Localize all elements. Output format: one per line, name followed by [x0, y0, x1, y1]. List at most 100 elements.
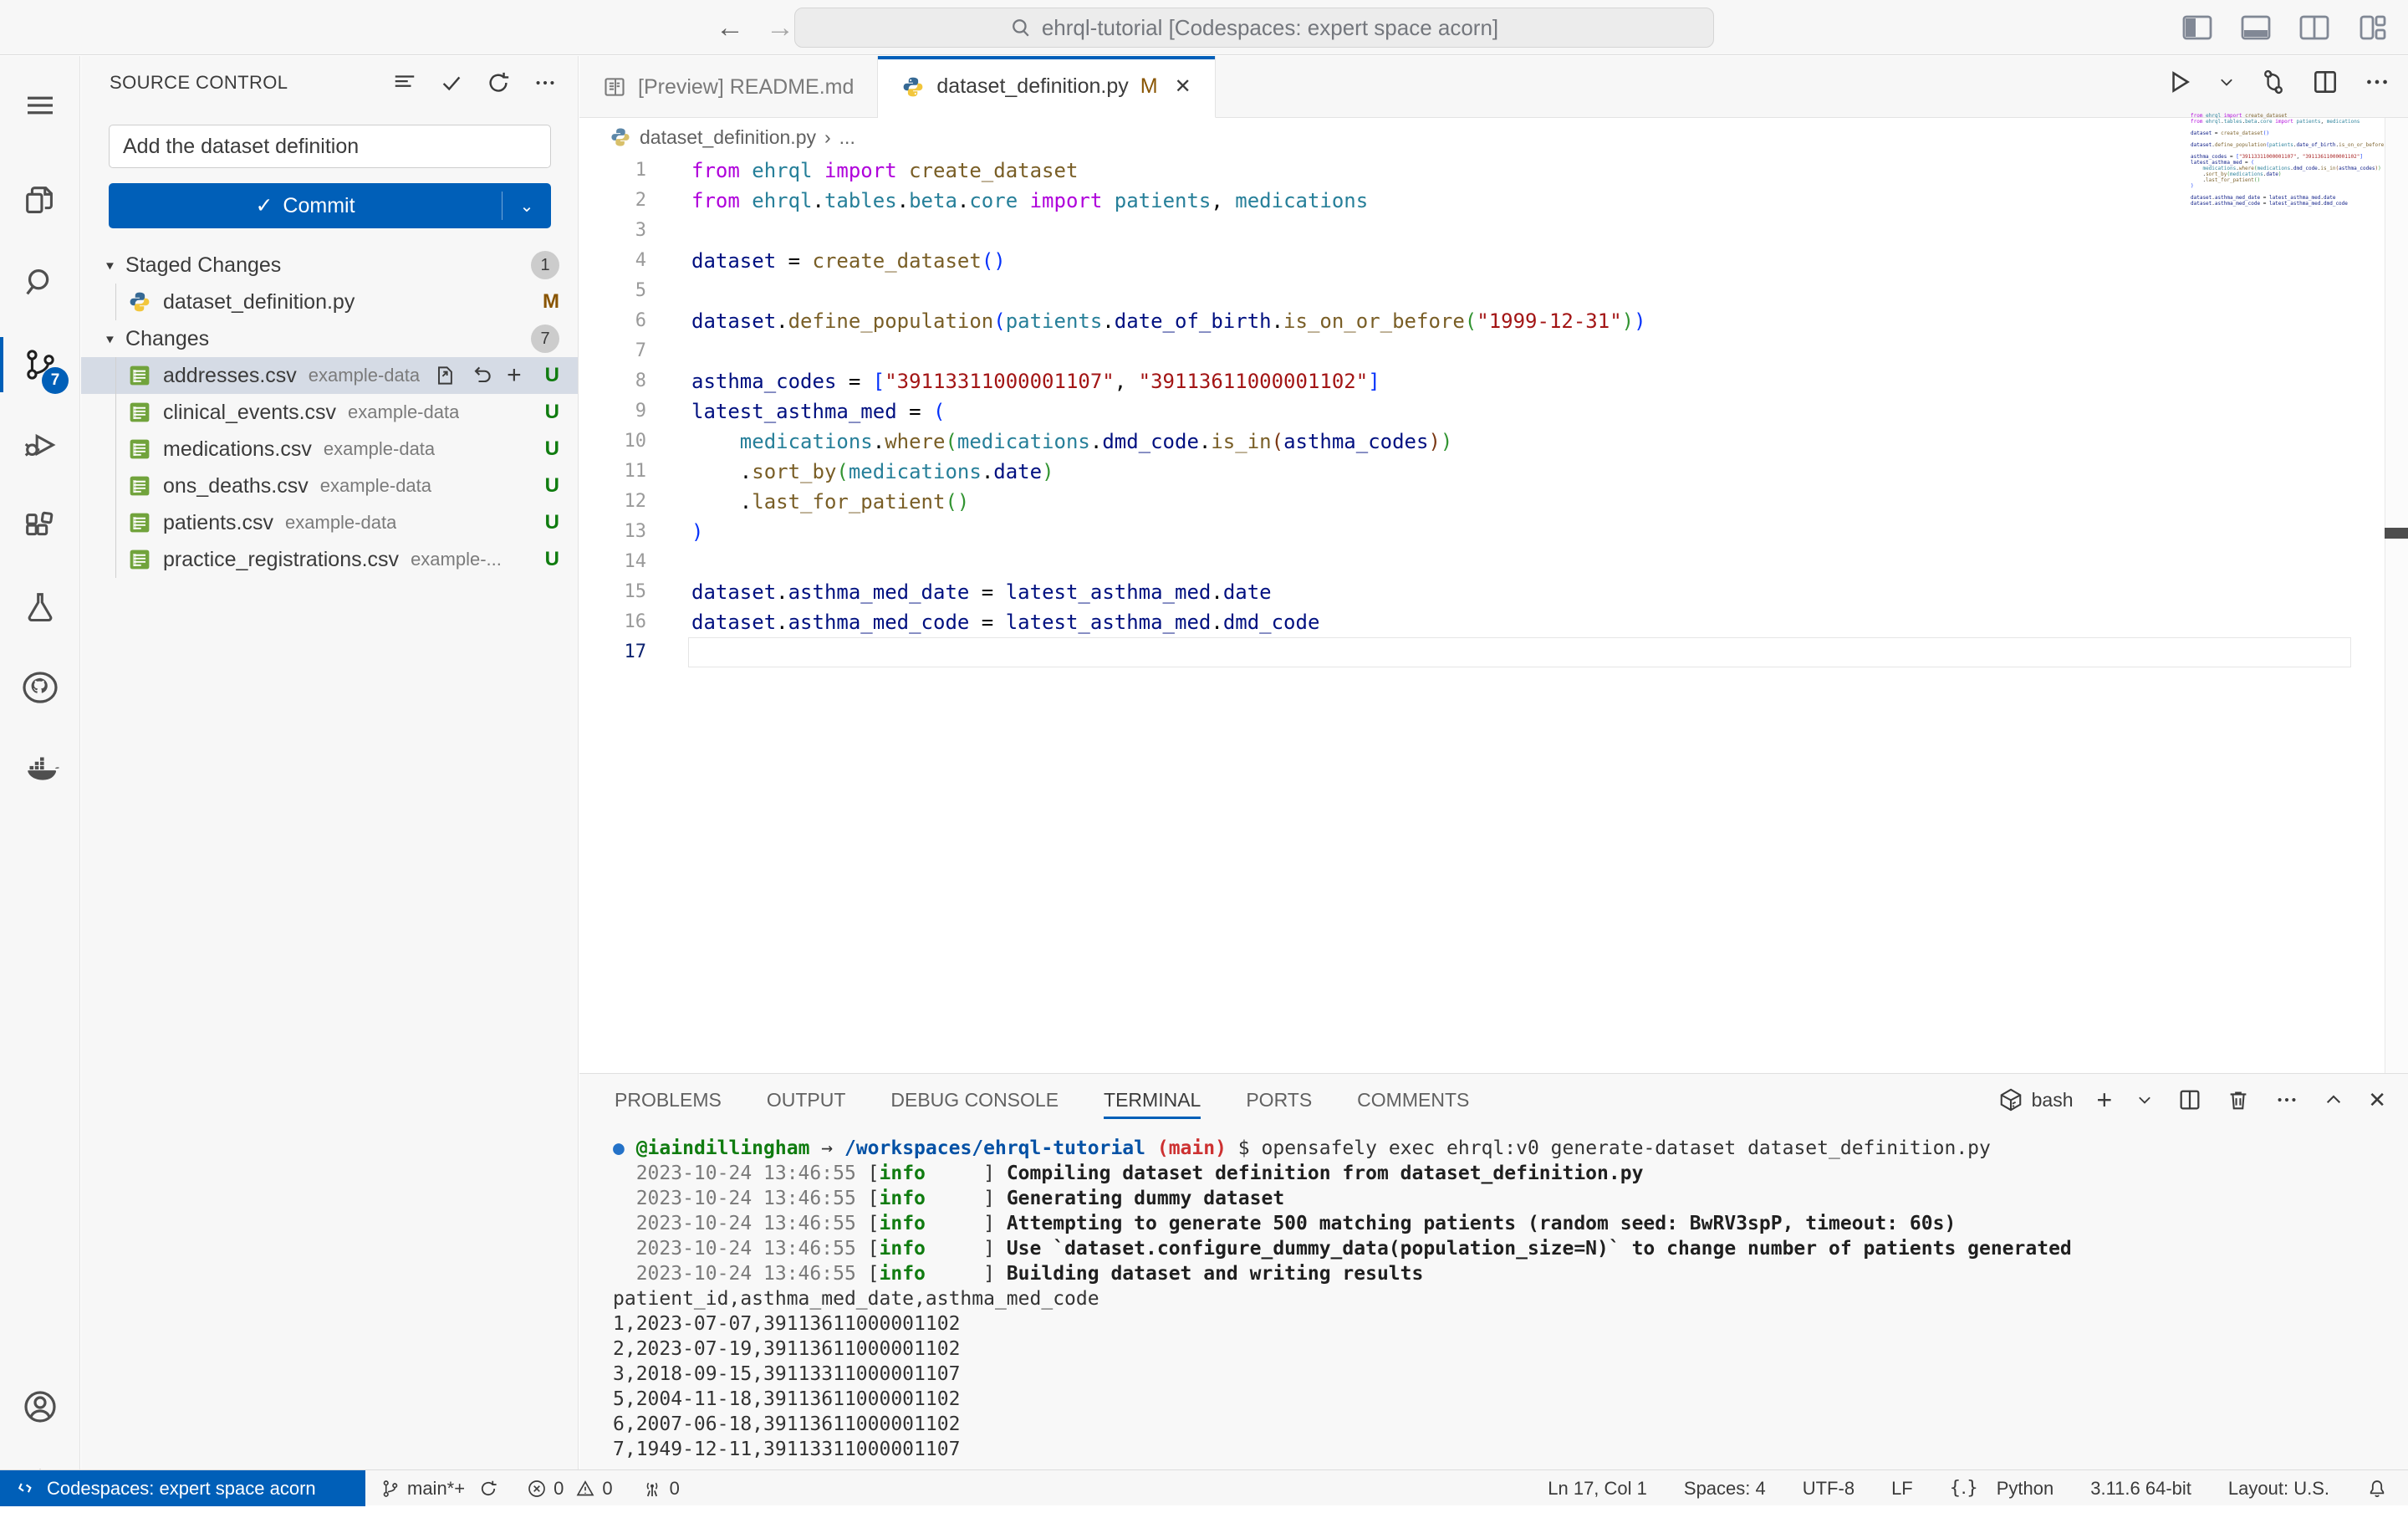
toggle-secondary-sidebar-icon[interactable]	[2298, 12, 2331, 43]
view-as-tree-icon[interactable]	[392, 70, 417, 95]
eol-sequence[interactable]: LF	[1891, 1478, 1913, 1500]
commit-check-icon[interactable]	[439, 70, 464, 95]
editor-scrollbar[interactable]	[2385, 118, 2408, 1073]
remote-indicator[interactable]: Codespaces: expert space acorn	[0, 1470, 365, 1506]
terminal-output[interactable]: ● @iaindillingham → /workspaces/ehrql-tu…	[613, 1136, 2400, 1469]
scrollbar-handle[interactable]	[2385, 528, 2408, 539]
terminal-dropdown-chevron-icon[interactable]	[2135, 1091, 2154, 1109]
discard-changes-icon[interactable]	[470, 364, 493, 387]
code-line-11[interactable]: 11 .sort_by(medications.date)	[579, 457, 2385, 487]
panel-tab-comments[interactable]: COMMENTS	[1357, 1074, 1469, 1126]
nav-back-icon[interactable]: ←	[716, 12, 744, 43]
code-line-3[interactable]: 3	[579, 216, 2385, 246]
toggle-sidebar-icon[interactable]	[2181, 12, 2214, 43]
code-line-9[interactable]: 9 latest_asthma_med = (	[579, 396, 2385, 427]
ports-status[interactable]: 0	[641, 1478, 680, 1500]
scm-file-row[interactable]: dataset_definition.py M	[81, 284, 578, 320]
breadcrumb[interactable]: dataset_definition.py › ...	[579, 119, 2408, 156]
split-terminal-icon[interactable]	[2177, 1087, 2202, 1112]
command-center-search[interactable]: ehrql-tutorial [Codespaces: expert space…	[794, 8, 1714, 48]
split-editor-icon[interactable]	[2311, 68, 2339, 96]
panel-tab-debug-console[interactable]: DEBUG CONSOLE	[890, 1074, 1059, 1126]
testing-icon[interactable]	[0, 570, 80, 645]
branch-status[interactable]: main*+	[380, 1478, 498, 1500]
run-file-icon[interactable]	[2166, 68, 2194, 96]
github-icon[interactable]	[0, 650, 80, 725]
search-view-icon[interactable]	[0, 245, 80, 320]
panel-tab-output[interactable]: OUTPUT	[767, 1074, 846, 1126]
cursor-position[interactable]: Ln 17, Col 1	[1548, 1478, 1647, 1500]
explorer-icon[interactable]	[0, 163, 80, 238]
scm-section-changes[interactable]: ▾ Changes 7	[81, 320, 578, 357]
toggle-panel-icon[interactable]	[2239, 12, 2273, 43]
notifications-bell-icon[interactable]	[2366, 1478, 2388, 1500]
code-line-15[interactable]: 15 dataset.asthma_med_date = latest_asthm…	[579, 577, 2385, 607]
docker-icon[interactable]	[0, 730, 80, 805]
file-name: medications.csv	[163, 437, 312, 461]
kill-terminal-trash-icon[interactable]	[2226, 1087, 2251, 1112]
scm-section-staged-changes[interactable]: ▾ Staged Changes 1	[81, 247, 578, 284]
python-runtime[interactable]: 3.11.6 64-bit	[2090, 1478, 2191, 1500]
code-line-8[interactable]: 8 asthma_codes = ["39113311000001107", "3…	[579, 366, 2385, 396]
search-icon	[1012, 19, 1029, 37]
encoding[interactable]: UTF-8	[1803, 1478, 1854, 1500]
scm-file-row[interactable]: addresses.csv example-data + U	[81, 357, 578, 394]
scm-file-row[interactable]: medications.csv example-data U	[81, 431, 578, 468]
scm-file-row[interactable]: ons_deaths.csv example-data U	[81, 468, 578, 504]
close-panel-icon[interactable]: ✕	[2368, 1087, 2386, 1113]
source-control-icon[interactable]: 7	[0, 327, 80, 402]
open-file-icon[interactable]	[433, 364, 457, 387]
minimap[interactable]: from ehrql import create_dataset from ehr…	[2191, 113, 2408, 212]
commit-button[interactable]: ✓ Commit ⌄	[109, 183, 551, 228]
scm-file-row[interactable]: practice_registrations.csv example-... U	[81, 541, 578, 578]
commit-message-input[interactable]	[109, 125, 551, 168]
panel-tab-problems[interactable]: PROBLEMS	[615, 1074, 722, 1126]
language-mode[interactable]: {․} Python	[1950, 1478, 2053, 1500]
code-editor[interactable]: 1 from ehrql import create_dataset 2 from e…	[579, 156, 2385, 1073]
tab-dataset-definition[interactable]: dataset_definition.py M ✕	[878, 56, 1216, 118]
new-terminal-icon[interactable]: +	[2097, 1085, 2113, 1116]
terminal-shell-select[interactable]: bash	[1998, 1087, 2074, 1112]
account-icon[interactable]	[0, 1369, 80, 1444]
sync-icon[interactable]	[478, 1479, 498, 1499]
customize-layout-icon[interactable]	[2356, 12, 2390, 43]
code-line-14[interactable]: 14	[579, 547, 2385, 577]
extensions-icon[interactable]	[0, 489, 80, 565]
panel-tab-ports[interactable]: PORTS	[1246, 1074, 1312, 1126]
code-line-5[interactable]: 5	[579, 276, 2385, 306]
code-line-10[interactable]: 10 medications.where(medications.dmd_cod…	[579, 427, 2385, 457]
more-actions-icon[interactable]	[533, 70, 558, 95]
commit-dropdown-chevron-icon[interactable]: ⌄	[503, 196, 551, 217]
indentation[interactable]: Spaces: 4	[1684, 1478, 1766, 1500]
panel-tab-terminal[interactable]: TERMINAL	[1104, 1074, 1201, 1126]
code-line-12[interactable]: 12 .last_for_patient()	[579, 487, 2385, 517]
menu-icon[interactable]	[0, 68, 80, 143]
code-line-13[interactable]: 13)	[579, 517, 2385, 547]
file-folder: example-...	[411, 549, 502, 570]
keyboard-layout[interactable]: Layout: U.S.	[2228, 1478, 2329, 1500]
editor-more-actions-icon[interactable]	[2363, 68, 2391, 96]
run-debug-icon[interactable]	[0, 407, 80, 483]
problems-status[interactable]: 0 0	[527, 1478, 613, 1500]
maximize-panel-chevron-icon[interactable]	[2323, 1089, 2344, 1111]
refresh-icon[interactable]	[486, 70, 511, 95]
breadcrumb-file[interactable]: dataset_definition.py	[640, 126, 816, 149]
scm-file-row[interactable]: patients.csv example-data U	[81, 504, 578, 541]
run-dropdown-chevron-icon[interactable]	[2217, 73, 2236, 91]
editor-group: [Preview] README.md dataset_definition.p…	[579, 56, 2408, 1073]
code-line-1[interactable]: 1 from ehrql import create_dataset	[579, 156, 2385, 186]
code-line-17[interactable]: 17	[579, 637, 2385, 667]
tab-readme-preview[interactable]: [Preview] README.md	[579, 56, 879, 118]
nav-forward-icon[interactable]: →	[766, 12, 794, 43]
tab-close-icon[interactable]: ✕	[1175, 74, 1191, 99]
code-line-4[interactable]: 4 dataset = create_dataset()	[579, 246, 2385, 276]
scm-file-row[interactable]: clinical_events.csv example-data U	[81, 394, 578, 431]
code-line-7[interactable]: 7	[579, 336, 2385, 366]
stage-changes-icon[interactable]: +	[507, 363, 522, 388]
code-line-6[interactable]: 6 dataset.define_population(patients.date…	[579, 306, 2385, 336]
code-line-16[interactable]: 16 dataset.asthma_med_code = latest_asthm…	[579, 607, 2385, 637]
open-changes-icon[interactable]	[2259, 68, 2288, 96]
code-line-2[interactable]: 2 from ehrql.tables.beta.core import pati…	[579, 186, 2385, 216]
panel-more-actions-icon[interactable]	[2274, 1087, 2299, 1112]
breadcrumb-more[interactable]: ...	[839, 126, 855, 149]
